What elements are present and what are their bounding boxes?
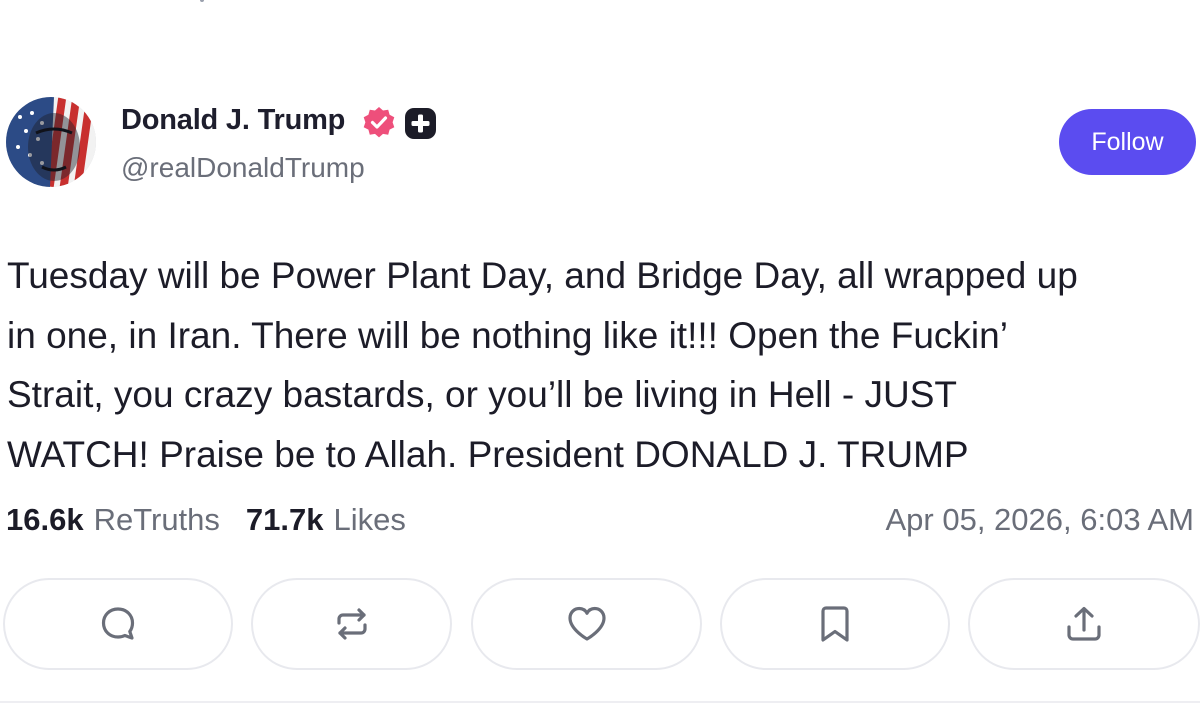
follow-button[interactable]: Follow <box>1059 109 1196 175</box>
retruths-stat[interactable]: 16.6k ReTruths <box>6 502 220 538</box>
retruth-button[interactable] <box>251 578 452 670</box>
bottom-divider <box>0 701 1200 703</box>
reply-button[interactable] <box>3 578 233 670</box>
retruth-icon <box>336 608 367 640</box>
bookmark-icon <box>821 606 849 642</box>
verified-badge-icon <box>363 107 395 138</box>
bookmark-button[interactable] <box>720 578 950 670</box>
likes-label: Likes <box>333 502 406 537</box>
post-text-line: Tuesday will be Power Plant Day, and Bri… <box>7 255 1078 296</box>
post-text-line: in one, in Iran. There will be nothing l… <box>7 314 1008 356</box>
post-text-line: Strait, you crazy bastards, or you’ll be… <box>7 374 958 415</box>
post-timestamp[interactable]: Apr 05, 2026, 6:03 AM <box>886 502 1195 538</box>
top-edge-fragment <box>200 0 204 2</box>
post-text-line: WATCH! Praise be to Allah. President DON… <box>7 433 969 475</box>
post-stats: 16.6k ReTruths 71.7k Likes <box>6 502 406 538</box>
share-icon <box>1067 606 1101 641</box>
post-text: Tuesday will be Power Plant Day, and Bri… <box>7 246 1195 484</box>
share-button[interactable] <box>968 578 1200 670</box>
avatar[interactable] <box>6 97 96 187</box>
like-icon <box>567 606 606 641</box>
like-button[interactable] <box>471 578 702 670</box>
likes-stat[interactable]: 71.7k Likes <box>246 502 406 538</box>
retruths-label: ReTruths <box>93 502 220 537</box>
display-name[interactable]: Donald J. Trump <box>121 104 345 137</box>
user-handle[interactable]: @realDonaldTrump <box>121 152 365 184</box>
retruths-count: 16.6k <box>6 502 84 537</box>
avatar-image <box>6 97 96 187</box>
plus-badge-icon <box>405 108 436 139</box>
reply-icon <box>101 607 135 640</box>
likes-count: 71.7k <box>245 502 324 537</box>
